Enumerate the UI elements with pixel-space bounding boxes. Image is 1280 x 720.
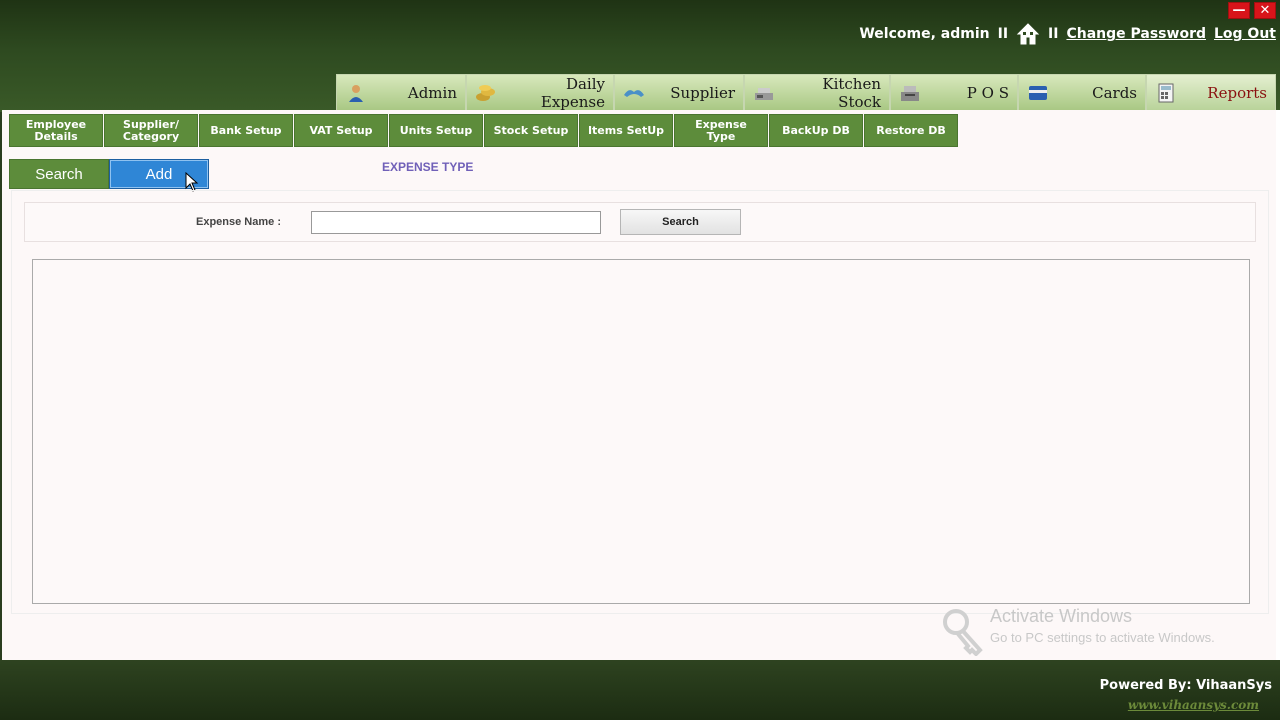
subtab-backup-db[interactable]: BackUp DB <box>769 114 863 147</box>
calculator-icon <box>1158 83 1174 102</box>
tab-supplier[interactable]: Supplier <box>614 74 744 110</box>
tab-kitchen-stock[interactable]: Kitchen Stock <box>744 74 890 111</box>
tab-admin[interactable]: Admin <box>336 74 466 110</box>
header-bar: — ✕ Welcome, admin II II Change Password… <box>0 0 1280 112</box>
handshake-icon <box>624 89 644 97</box>
activate-title: Activate Windows <box>990 606 1133 626</box>
content-area: Employee Details Supplier/ Category Bank… <box>2 110 1280 660</box>
subtab-stock-setup[interactable]: Stock Setup <box>484 114 578 147</box>
subtab-vat-setup[interactable]: VAT Setup <box>294 114 388 147</box>
tab-cards[interactable]: Cards <box>1018 74 1146 110</box>
expense-name-label: Expense Name : <box>196 216 281 228</box>
page-title: EXPENSE TYPE <box>382 160 474 174</box>
user-icon <box>349 84 363 102</box>
logout-link[interactable]: Log Out <box>1214 26 1276 42</box>
subtab-employee-details[interactable]: Employee Details <box>9 114 103 147</box>
tab-reports[interactable]: Reports <box>1146 74 1276 110</box>
user-bar: Welcome, admin II II Change Password Log… <box>859 18 1276 50</box>
edge-strip <box>1276 110 1280 660</box>
subtab-items-setup[interactable]: Items SetUp <box>579 114 673 147</box>
card-icon <box>1029 85 1047 100</box>
activate-windows-watermark: Activate Windows Go to PC settings to ac… <box>940 606 1260 656</box>
search-button[interactable]: Search <box>620 209 741 235</box>
main-nav: Admin Daily Expense Supplier Kitchen Sto… <box>336 74 1276 111</box>
close-button[interactable]: ✕ <box>1254 2 1276 19</box>
subtab-expense-type[interactable]: Expense Type <box>674 114 768 147</box>
tab-pos[interactable]: P O S <box>890 74 1018 110</box>
mouse-cursor-icon <box>185 172 199 192</box>
subtab-bank-setup[interactable]: Bank Setup <box>199 114 293 147</box>
scale-icon <box>755 87 773 100</box>
action-row: Search Add <box>9 159 209 189</box>
footer-bar: Powered By: VihaanSys www.vihaansys.com <box>0 660 1280 720</box>
separator: II <box>1048 26 1059 42</box>
sub-nav: Employee Details Supplier/ Category Bank… <box>9 114 959 147</box>
filter-panel: Expense Name : Search <box>24 202 1256 242</box>
website-link[interactable]: www.vihaansys.com <box>1128 698 1259 712</box>
welcome-text: Welcome, admin <box>859 26 990 42</box>
tab-daily-expense[interactable]: Daily Expense <box>466 74 614 111</box>
change-password-link[interactable]: Change Password <box>1066 26 1206 42</box>
subtab-restore-db[interactable]: Restore DB <box>864 114 958 147</box>
home-icon[interactable] <box>1016 22 1040 46</box>
cash-register-icon <box>901 85 919 101</box>
subtab-units-setup[interactable]: Units Setup <box>389 114 483 147</box>
search-mode-button[interactable]: Search <box>9 159 109 189</box>
subtab-supplier-category[interactable]: Supplier/ Category <box>104 114 198 147</box>
separator: II <box>997 26 1009 42</box>
coins-icon <box>476 84 495 101</box>
results-grid[interactable] <box>32 259 1250 604</box>
minimize-button[interactable]: — <box>1228 2 1250 19</box>
key-icon <box>943 609 983 656</box>
expense-name-input[interactable] <box>311 211 601 234</box>
powered-by-text: Powered By: VihaanSys <box>1099 678 1272 693</box>
activate-subtitle: Go to PC settings to activate Windows. <box>990 630 1215 645</box>
